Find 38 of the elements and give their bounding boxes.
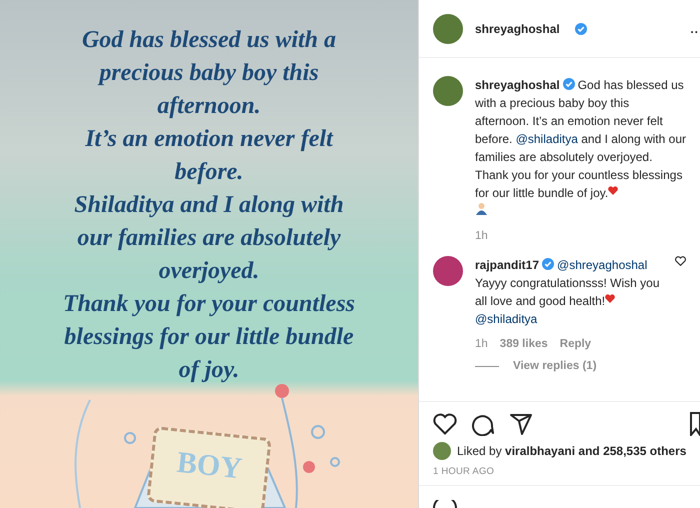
image-text-line: before. [174, 158, 244, 187]
time-text: 1h [475, 230, 488, 242]
person-emoji-icon [475, 202, 488, 215]
avatar[interactable] [433, 76, 463, 106]
image-text-line: our families are absolutely [77, 224, 341, 253]
like-comment-button[interactable] [675, 256, 686, 266]
boy-card: BOY [146, 426, 272, 508]
username-link[interactable]: shreyaghoshal [475, 22, 560, 36]
mention-link[interactable]: @shiladitya [475, 312, 538, 326]
likes-text: Liked by viralbhayani and 258,535 others [457, 443, 686, 460]
image-text-line: of joy. [178, 356, 240, 385]
avatar[interactable] [433, 442, 451, 460]
timestamp-text: 1 HOUR AGO [433, 466, 496, 477]
image-text-line: blessings for our little bundle [64, 323, 354, 352]
image-text-line: It’s an emotion never felt [85, 125, 333, 154]
bookmark-button[interactable] [690, 412, 700, 436]
username-link[interactable]: rajpandit17 [475, 258, 540, 272]
image-text-line: precious baby boy this [99, 59, 319, 88]
image-text-line: afternoon. [157, 92, 261, 121]
avatar[interactable] [433, 14, 463, 44]
avatar[interactable] [433, 256, 463, 286]
username-link[interactable]: shreyaghoshal [475, 78, 560, 92]
comment-button[interactable] [471, 412, 495, 436]
mention-link[interactable]: @shiladitya [516, 132, 578, 146]
like-button[interactable] [433, 413, 457, 435]
image-text-line: Shiladitya and I along with [74, 191, 344, 220]
heart-icon [605, 294, 616, 303]
image-text-line: God has blessed us with a [82, 26, 336, 55]
image-text-line: overjoyed. [158, 257, 260, 286]
heart-icon [608, 186, 618, 195]
more-options-button[interactable]: .. [690, 22, 700, 36]
mention-link[interactable]: @shreyaghoshal [557, 258, 648, 272]
caption-text: shreyaghoshal God has blessed us with a precious baby boy this afternoon. It’s an emotion never felt before. @shiladitya and I along with our families are absolutely overjoyed. Thank you for your countless blessings for our little bundle of joy. [475, 76, 686, 220]
time-text: 1h [475, 338, 488, 350]
share-button[interactable] [509, 412, 533, 436]
comment-text: rajpandit17 @shreyaghoshal Yayyy congratulationsss! Wish you all love and good health! @shiladitya [475, 257, 661, 328]
image-text-line: Thank you for your countless [62, 290, 356, 319]
username-link[interactable]: viralbhayani [505, 444, 576, 458]
